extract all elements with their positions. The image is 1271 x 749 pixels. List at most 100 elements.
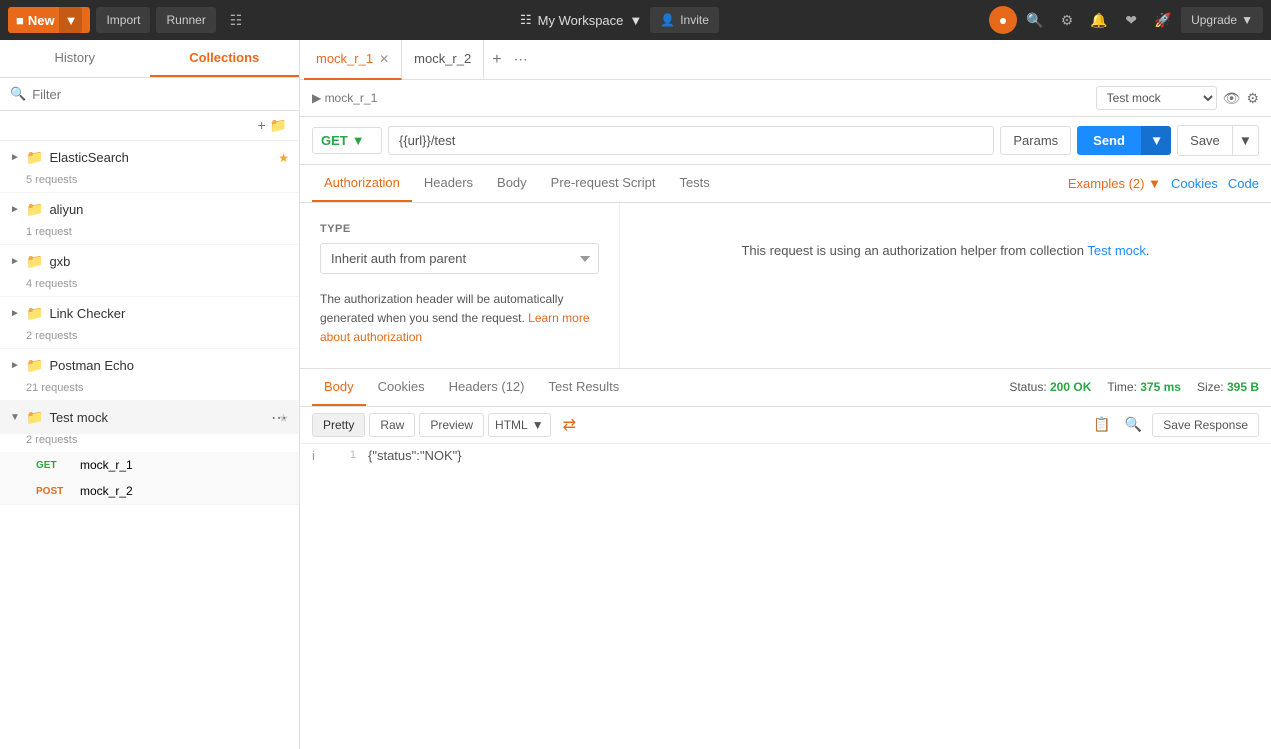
environment-select[interactable]: Test mock No Environment <box>1096 86 1217 110</box>
type-label: TYPE <box>320 223 599 235</box>
heart-icon-btn[interactable]: ❤ <box>1117 6 1145 34</box>
eye-icon-button[interactable]: 👁 <box>1223 90 1241 107</box>
req-tab-headers[interactable]: Headers <box>412 165 485 202</box>
request-name: mock_r_1 <box>80 458 133 472</box>
collection-meta: 1 request <box>0 226 299 244</box>
settings-icon-button[interactable]: ⚙ <box>1246 90 1259 107</box>
response-header: Body Cookies Headers (12) Test Results S… <box>300 369 1271 407</box>
search-icon: 🔍 <box>10 86 26 102</box>
wrap-button[interactable]: ⇄ <box>559 415 580 435</box>
collection-meta: 21 requests <box>0 382 299 400</box>
search-icon-btn[interactable]: 🔍 <box>1021 6 1049 34</box>
rocket-icon-btn[interactable]: 🚀 <box>1149 6 1177 34</box>
collection-header-gxb[interactable]: ► 📁 gxb <box>0 245 299 278</box>
auth-panel: TYPE Inherit auth from parent No Auth Be… <box>300 203 1271 368</box>
req-tab-authorization[interactable]: Authorization <box>312 165 412 202</box>
collection-item-aliyun: ► 📁 aliyun 1 request <box>0 193 299 245</box>
import-button[interactable]: Import <box>96 7 150 33</box>
plus-icon: ■ <box>16 13 24 28</box>
collection-meta: 5 requests <box>0 174 299 192</box>
line-info-icon: i <box>312 448 324 463</box>
tab-close-button[interactable]: ✕ <box>379 52 389 66</box>
type-select[interactable]: HTML ▼ <box>488 413 551 437</box>
chevron-right-icon: ► <box>10 308 20 319</box>
time-label: Time: 375 ms <box>1107 380 1181 394</box>
search-input[interactable] <box>32 87 289 102</box>
examples-link[interactable]: Examples (2) ▼ <box>1068 176 1161 191</box>
code-output: i 1 {"status":"NOK"} <box>300 444 1271 749</box>
chevron-right-icon: ► <box>10 360 20 371</box>
method-label: GET <box>321 133 348 148</box>
req-tabs-right: Examples (2) ▼ Cookies Code <box>1068 176 1259 191</box>
cookies-link[interactable]: Cookies <box>1171 176 1218 191</box>
runner-button[interactable]: Runner <box>156 7 215 33</box>
nav-right: ● 🔍 ⚙ 🔔 ❤ 🚀 Upgrade ▼ <box>989 6 1263 34</box>
collection-header-postmanecho[interactable]: ► 📁 Postman Echo <box>0 349 299 382</box>
collection-header-aliyun[interactable]: ► 📁 aliyun <box>0 193 299 226</box>
collection-header-linkchecker[interactable]: ► 📁 Link Checker <box>0 297 299 330</box>
save-dropdown-button[interactable]: ▼ <box>1233 125 1259 156</box>
code-line-1: i 1 {"status":"NOK"} <box>300 444 1271 467</box>
more-options-button[interactable]: ⋯ <box>267 408 291 428</box>
collection-header-testmock[interactable]: ▼ 📁 Test mock ★ ⋯ <box>0 401 299 434</box>
layout-icon[interactable]: ☷ <box>222 6 250 34</box>
req-tab-body[interactable]: Body <box>485 165 539 202</box>
save-button[interactable]: Save <box>1177 125 1233 156</box>
auth-learn-more-link[interactable]: Learn more about authorization <box>320 311 590 344</box>
tab-more-button[interactable]: ⋯ <box>510 51 532 68</box>
req-tab-tests[interactable]: Tests <box>667 165 721 202</box>
search-icon-button[interactable]: 🔍 <box>1121 413 1146 437</box>
send-dropdown-button[interactable]: ▼ <box>1141 126 1171 155</box>
tab-history[interactable]: History <box>0 40 150 77</box>
collection-header-elasticsearch[interactable]: ► 📁 ElasticSearch ★ <box>0 141 299 174</box>
tab-label: mock_r_1 <box>316 51 373 66</box>
format-raw-button[interactable]: Raw <box>369 413 415 437</box>
workspace-button[interactable]: ☷ My Workspace ▼ <box>520 12 642 28</box>
new-dropdown-arrow[interactable]: ▼ <box>59 7 83 33</box>
method-badge-post: POST <box>36 486 72 497</box>
save-response-button[interactable]: Save Response <box>1152 413 1259 437</box>
new-button[interactable]: ■ New ▼ <box>8 7 90 33</box>
sub-item-mock-r-2[interactable]: POST mock_r_2 <box>0 478 299 504</box>
type-value: HTML <box>495 418 528 432</box>
notifications-icon-btn[interactable]: 🔔 <box>1085 6 1113 34</box>
workspace-dropdown-icon: ▼ <box>629 13 642 28</box>
collection-name-testmock: Test mock <box>49 410 272 425</box>
format-pretty-button[interactable]: Pretty <box>312 413 365 437</box>
tab-collections[interactable]: Collections <box>150 40 300 77</box>
res-tab-body[interactable]: Body <box>312 369 366 406</box>
invite-button[interactable]: 👤 Invite <box>650 7 719 33</box>
main-content: mock_r_1 ✕ mock_r_2 + ⋯ ▶ mock_r_1 Test … <box>300 40 1271 749</box>
code-link[interactable]: Code <box>1228 176 1259 191</box>
collection-item-gxb: ► 📁 gxb 4 requests <box>0 245 299 297</box>
send-button[interactable]: Send <box>1077 126 1141 155</box>
res-tab-headers[interactable]: Headers (12) <box>437 369 537 406</box>
params-button[interactable]: Params <box>1000 126 1071 155</box>
sub-items-testmock: GET mock_r_1 POST mock_r_2 <box>0 452 299 504</box>
tab-mock-r-1[interactable]: mock_r_1 ✕ <box>304 40 402 80</box>
auth-collection-link[interactable]: Test mock <box>1087 243 1146 258</box>
tab-add-button[interactable]: + <box>484 51 509 69</box>
folder-icon: 📁 <box>26 149 43 166</box>
req-tab-prerequest[interactable]: Pre-request Script <box>539 165 668 202</box>
upgrade-label: Upgrade <box>1191 13 1237 27</box>
sub-item-mock-r-1[interactable]: GET mock_r_1 <box>0 452 299 478</box>
collection-item-linkchecker: ► 📁 Link Checker 2 requests <box>0 297 299 349</box>
copy-icon-button[interactable]: 📋 <box>1089 413 1114 437</box>
tab-mock-r-2[interactable]: mock_r_2 <box>402 40 484 80</box>
upgrade-button[interactable]: Upgrade ▼ <box>1181 7 1263 33</box>
auth-description: The authorization header will be automat… <box>320 290 599 348</box>
collection-name: Postman Echo <box>49 358 289 373</box>
response-toolbar: Pretty Raw Preview HTML ▼ ⇄ 📋 🔍 Save Res… <box>300 407 1271 444</box>
folder-icon: 📁 <box>26 305 43 322</box>
method-select[interactable]: GET ▼ <box>312 127 382 154</box>
format-preview-button[interactable]: Preview <box>419 413 484 437</box>
folder-icon: 📁 <box>26 253 43 270</box>
res-tab-cookies[interactable]: Cookies <box>366 369 437 406</box>
add-collection-button[interactable]: + 📁 <box>254 115 292 136</box>
res-tab-testresults[interactable]: Test Results <box>536 369 631 406</box>
settings-icon-btn[interactable]: ⚙ <box>1053 6 1081 34</box>
url-input[interactable] <box>388 126 994 155</box>
line-number: 1 <box>332 448 356 463</box>
auth-type-select[interactable]: Inherit auth from parent No Auth Bearer … <box>320 243 599 274</box>
